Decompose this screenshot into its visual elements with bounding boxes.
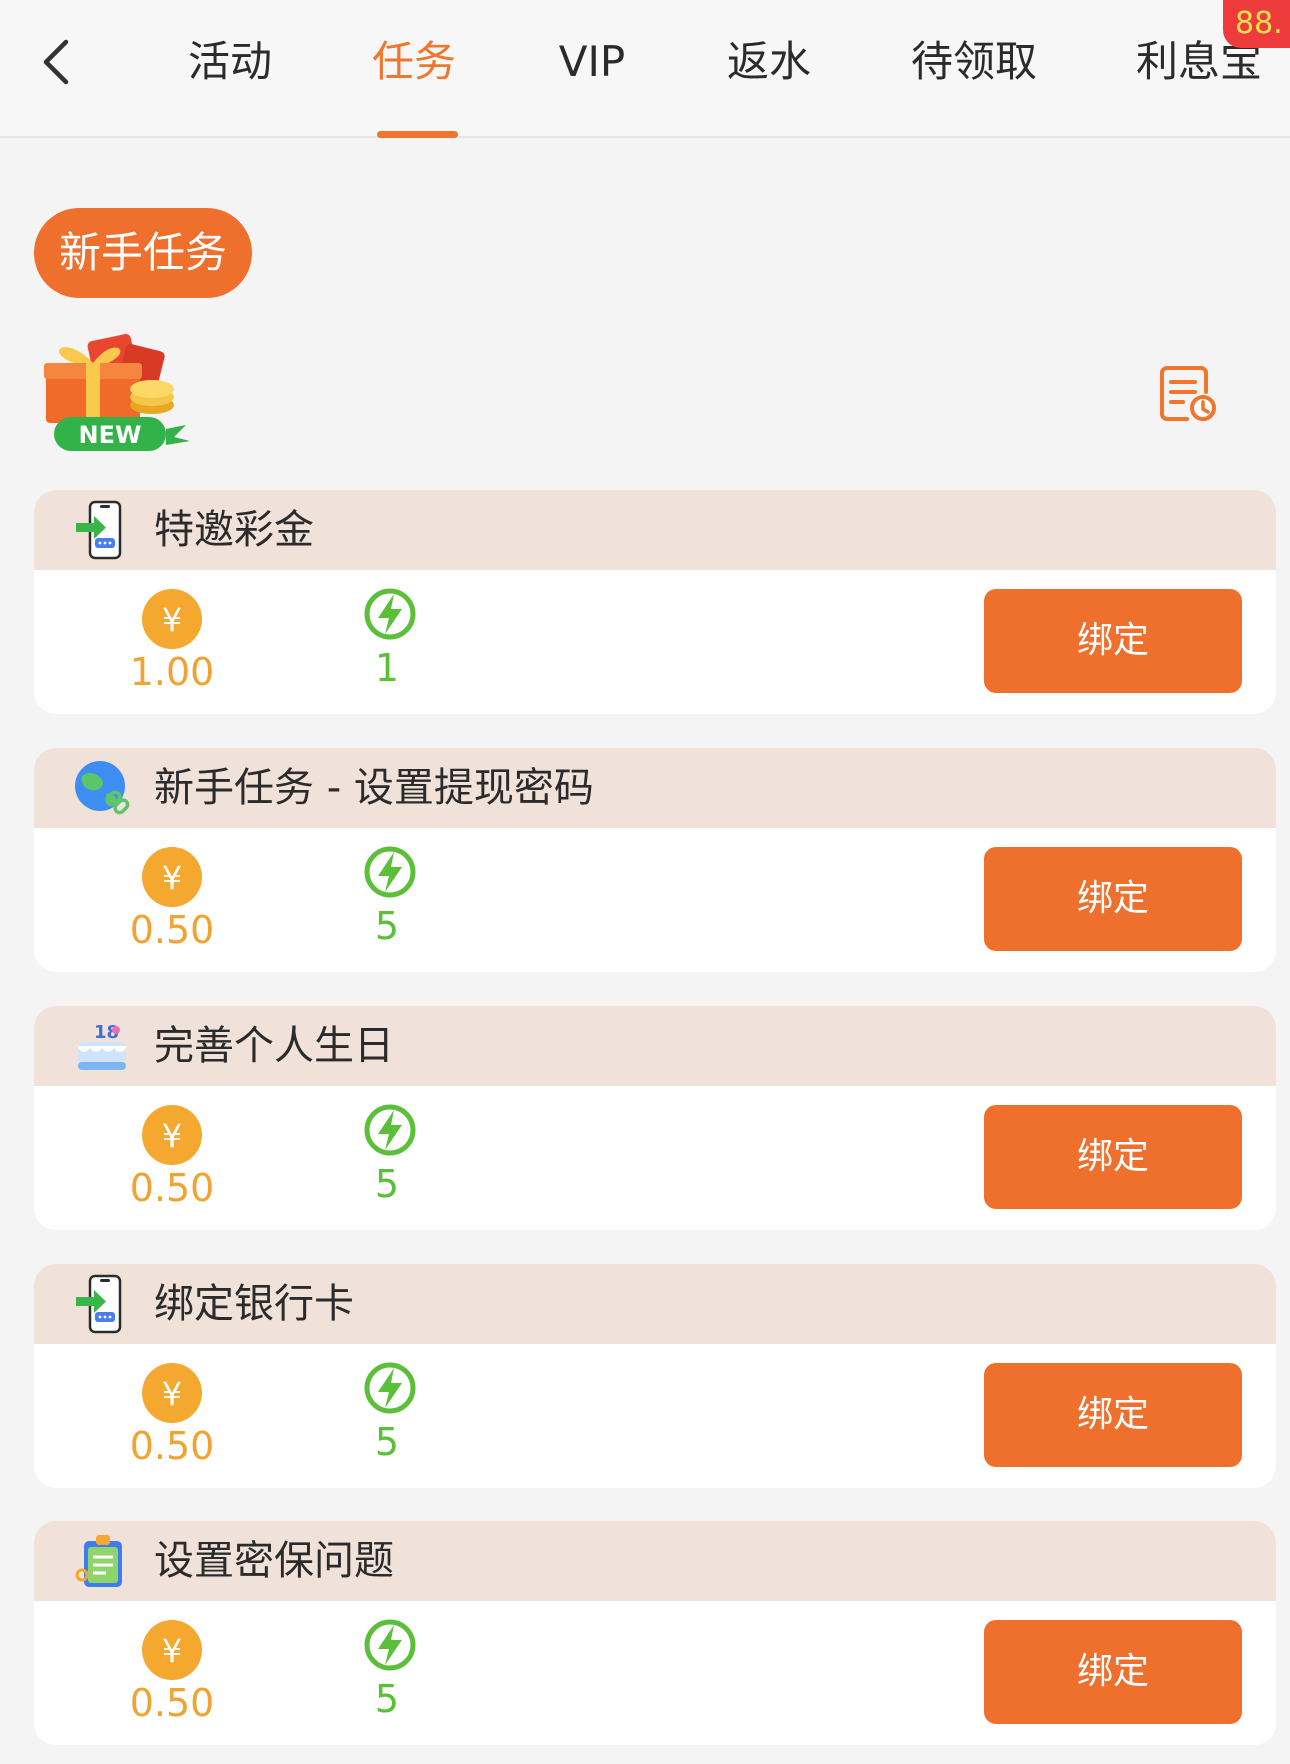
task-card: 绑定银行卡 ¥ 0.50 5 绑定 bbox=[34, 1264, 1276, 1488]
svg-text:¥: ¥ bbox=[162, 1375, 182, 1413]
task-card-header: 特邀彩金 bbox=[34, 490, 1276, 570]
reward-value: 1.00 bbox=[129, 650, 215, 694]
lightning-bolt-icon bbox=[364, 1104, 416, 1156]
task-title: 设置密保问题 bbox=[154, 1538, 394, 1584]
phone-login-icon bbox=[72, 500, 132, 560]
svg-text:¥: ¥ bbox=[162, 859, 182, 897]
task-card-header: 新手任务 - 设置提现密码 bbox=[34, 748, 1276, 828]
task-title: 新手任务 - 设置提现密码 bbox=[154, 765, 594, 811]
svg-text:¥: ¥ bbox=[162, 1632, 182, 1670]
interest-badge: 88. bbox=[1223, 0, 1290, 48]
task-title: 特邀彩金 bbox=[154, 507, 314, 553]
globe-link-icon bbox=[72, 758, 132, 818]
section-title-pill[interactable]: 新手任务 bbox=[34, 208, 252, 298]
bind-button[interactable]: 绑定 bbox=[984, 847, 1242, 951]
reward-value: 0.50 bbox=[129, 1166, 215, 1210]
energy-value: 5 bbox=[374, 1420, 400, 1464]
bind-button[interactable]: 绑定 bbox=[984, 589, 1242, 693]
reward-value: 0.50 bbox=[129, 1424, 215, 1468]
task-card-header: 绑定银行卡 bbox=[34, 1264, 1276, 1344]
task-card: 新手任务 - 设置提现密码 ¥ 0.50 5 绑定 bbox=[34, 748, 1276, 972]
bind-button[interactable]: 绑定 bbox=[984, 1105, 1242, 1209]
tab-rebate[interactable]: 返水 bbox=[727, 32, 811, 92]
tab-activity[interactable]: 活动 bbox=[188, 32, 272, 92]
back-button[interactable] bbox=[36, 36, 80, 88]
energy-value: 5 bbox=[374, 1677, 400, 1721]
task-card-header: 设置密保问题 bbox=[34, 1521, 1276, 1601]
active-tab-indicator bbox=[377, 131, 458, 138]
bind-button[interactable]: 绑定 bbox=[984, 1363, 1242, 1467]
yuan-coin-icon: ¥ bbox=[141, 1619, 203, 1681]
svg-text:¥: ¥ bbox=[162, 1117, 182, 1155]
yuan-coin-icon: ¥ bbox=[141, 846, 203, 908]
tab-tasks[interactable]: 任务 bbox=[372, 32, 456, 92]
yuan-coin-icon: ¥ bbox=[141, 1104, 203, 1166]
task-history-button[interactable] bbox=[1157, 362, 1219, 424]
top-nav: 活动 任务 VIP 返水 待领取 利息宝 88. bbox=[0, 0, 1290, 138]
yuan-coin-icon: ¥ bbox=[141, 1362, 203, 1424]
energy-value: 5 bbox=[374, 1162, 400, 1206]
task-title: 完善个人生日 bbox=[154, 1023, 394, 1069]
task-title: 绑定银行卡 bbox=[154, 1281, 354, 1327]
phone-login-icon bbox=[72, 1274, 132, 1334]
tab-pending[interactable]: 待领取 bbox=[911, 32, 1037, 92]
svg-text:¥: ¥ bbox=[162, 601, 182, 639]
task-card: 特邀彩金 ¥ 1.00 1 绑定 bbox=[34, 490, 1276, 714]
security-clipboard-icon bbox=[72, 1531, 132, 1591]
birthday-cake-icon: 18 bbox=[72, 1016, 132, 1076]
yuan-coin-icon: ¥ bbox=[141, 588, 203, 650]
energy-value: 5 bbox=[374, 904, 400, 948]
lightning-bolt-icon bbox=[364, 588, 416, 640]
task-card: 设置密保问题 ¥ 0.50 5 绑定 bbox=[34, 1521, 1276, 1745]
chevron-left-icon bbox=[43, 39, 69, 85]
bind-button[interactable]: 绑定 bbox=[984, 1620, 1242, 1724]
tab-vip[interactable]: VIP bbox=[559, 32, 625, 92]
task-card-header: 18 完善个人生日 bbox=[34, 1006, 1276, 1086]
lightning-bolt-icon bbox=[364, 1362, 416, 1414]
new-gift-icon: NEW bbox=[34, 333, 194, 455]
task-card: 18 完善个人生日 ¥ 0.50 5 绑定 bbox=[34, 1006, 1276, 1230]
energy-value: 1 bbox=[374, 646, 400, 690]
lightning-bolt-icon bbox=[364, 846, 416, 898]
svg-text:NEW: NEW bbox=[79, 421, 142, 449]
lightning-bolt-icon bbox=[364, 1619, 416, 1671]
history-document-icon bbox=[1160, 366, 1216, 421]
reward-value: 0.50 bbox=[129, 908, 215, 952]
reward-value: 0.50 bbox=[129, 1681, 215, 1725]
